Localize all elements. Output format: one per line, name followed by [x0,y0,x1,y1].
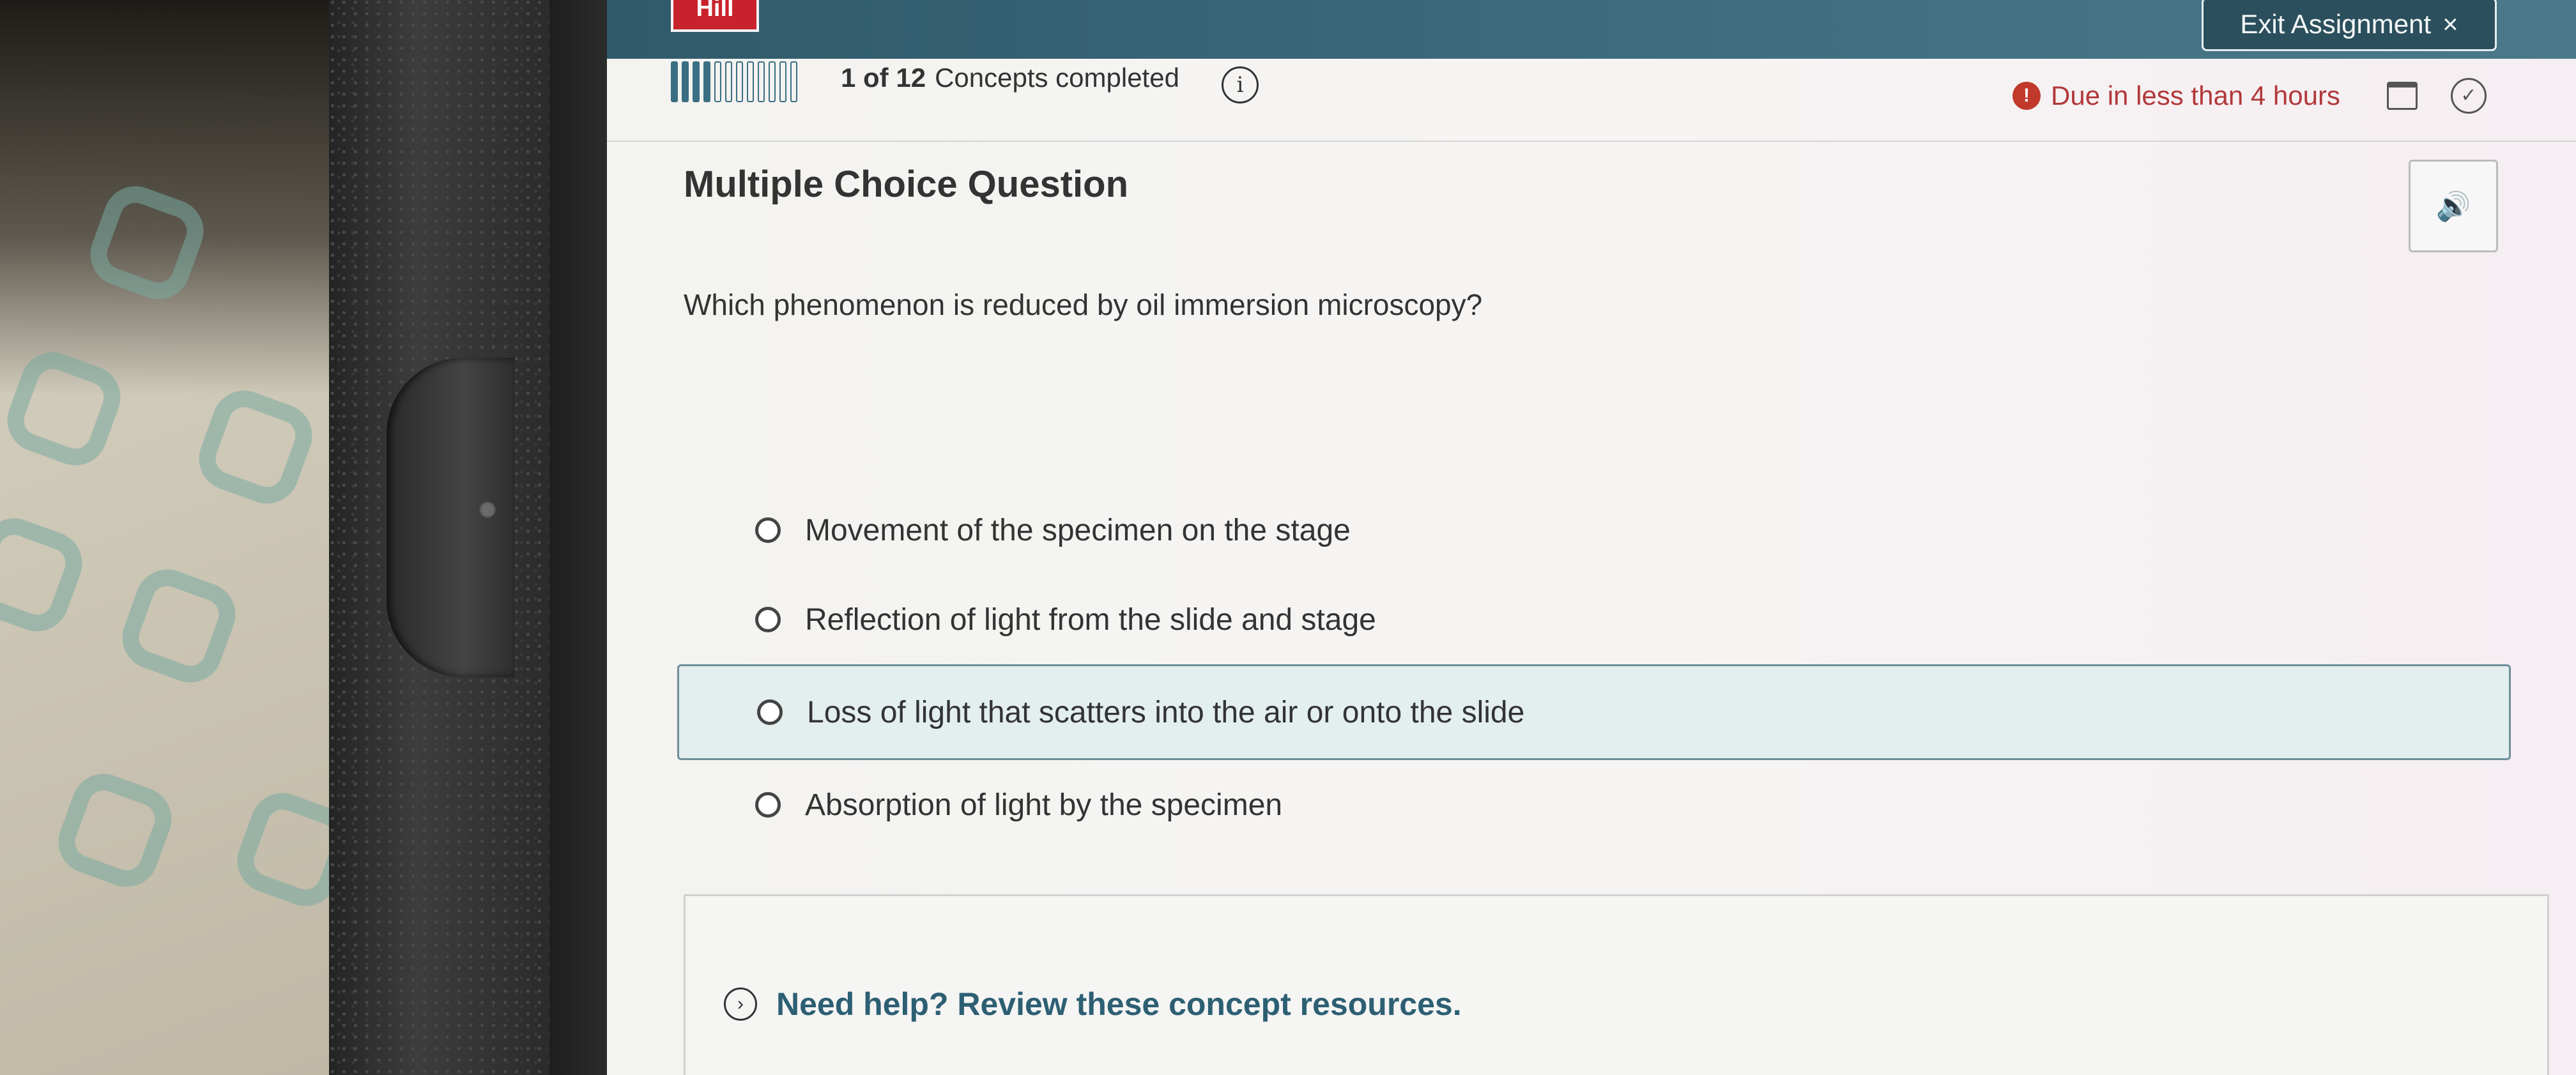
progress-row: 1 of 12 Concepts completed i ! Due in le… [607,59,2576,142]
checkmark-icon[interactable]: ✓ [2451,78,2487,114]
question-text: Which phenomenon is reduced by oil immer… [684,288,1483,321]
help-panel: › Need help? Review these concept resour… [684,894,2549,1075]
brand-logo: Hill [671,0,759,32]
radio-button[interactable] [757,699,783,725]
progress-segment [779,61,786,102]
answer-option[interactable]: Loss of light that scatters into the air… [677,664,2511,760]
progress-text: 1 of 12 Concepts completed [841,63,1179,93]
progress-segment [682,61,689,102]
progress-segment [671,61,678,102]
chevron-right-icon: › [724,987,757,1021]
progress-segment [714,61,721,102]
answer-option[interactable]: Reflection of light from the slide and s… [709,575,2511,664]
fabric-motif [0,509,91,641]
radio-button[interactable] [755,517,781,543]
answer-option-label: Movement of the specimen on the stage [805,513,1351,547]
fabric-motif [228,784,345,915]
leather-case [329,0,549,1075]
exit-assignment-label: Exit Assignment [2240,9,2432,39]
fabric-motif [190,381,321,513]
answer-option[interactable]: Movement of the specimen on the stage [709,485,2511,575]
progress-segment [693,61,700,102]
progress-segment [736,61,743,102]
due-text: Due in less than 4 hours [2051,80,2340,111]
progress-label: Concepts completed [935,63,1179,93]
close-icon: × [2442,9,2458,39]
help-link-text: Need help? Review these concept resource… [776,986,1462,1022]
progress-segment [747,61,754,102]
exit-assignment-button[interactable]: Exit Assignment × [2202,0,2497,51]
progress-count: 1 of 12 [841,63,926,93]
tablet-screen: Hill Exit Assignment × 1 of 12 Concepts … [607,0,2576,1075]
info-icon[interactable]: i [1222,66,1259,103]
fabric-motif [49,765,181,896]
answer-option-label: Reflection of light from the slide and s… [805,602,1376,637]
due-indicator: ! Due in less than 4 hours [2012,80,2340,111]
speaker-icon: 🔊 [2435,190,2471,222]
progress-segments [671,61,797,102]
radio-button[interactable] [755,607,781,632]
case-notch [387,358,514,677]
case-button [479,501,496,518]
fabric-motif [113,560,245,692]
calendar-icon[interactable] [2387,82,2418,110]
concept-resources-link[interactable]: › Need help? Review these concept resour… [724,986,1462,1023]
read-aloud-button[interactable]: 🔊 [2409,160,2498,252]
fabric-background [0,0,345,1075]
alert-icon: ! [2012,82,2041,110]
progress-segment [769,61,776,102]
progress-segment [790,61,797,102]
photo-scene: Hill Exit Assignment × 1 of 12 Concepts … [0,0,2576,1075]
answer-option[interactable]: Absorption of light by the specimen [709,760,2511,850]
tablet-bezel [549,0,610,1075]
answer-option-label: Loss of light that scatters into the air… [807,695,1525,729]
answer-option-label: Absorption of light by the specimen [805,788,1283,822]
progress-segment [758,61,765,102]
progress-segment [725,61,732,102]
top-bar: Hill Exit Assignment × [607,0,2576,59]
radio-button[interactable] [755,792,781,818]
progress-segment [703,61,710,102]
question-type-title: Multiple Choice Question [684,164,1129,205]
answer-options: Movement of the specimen on the stage Re… [677,485,2511,850]
